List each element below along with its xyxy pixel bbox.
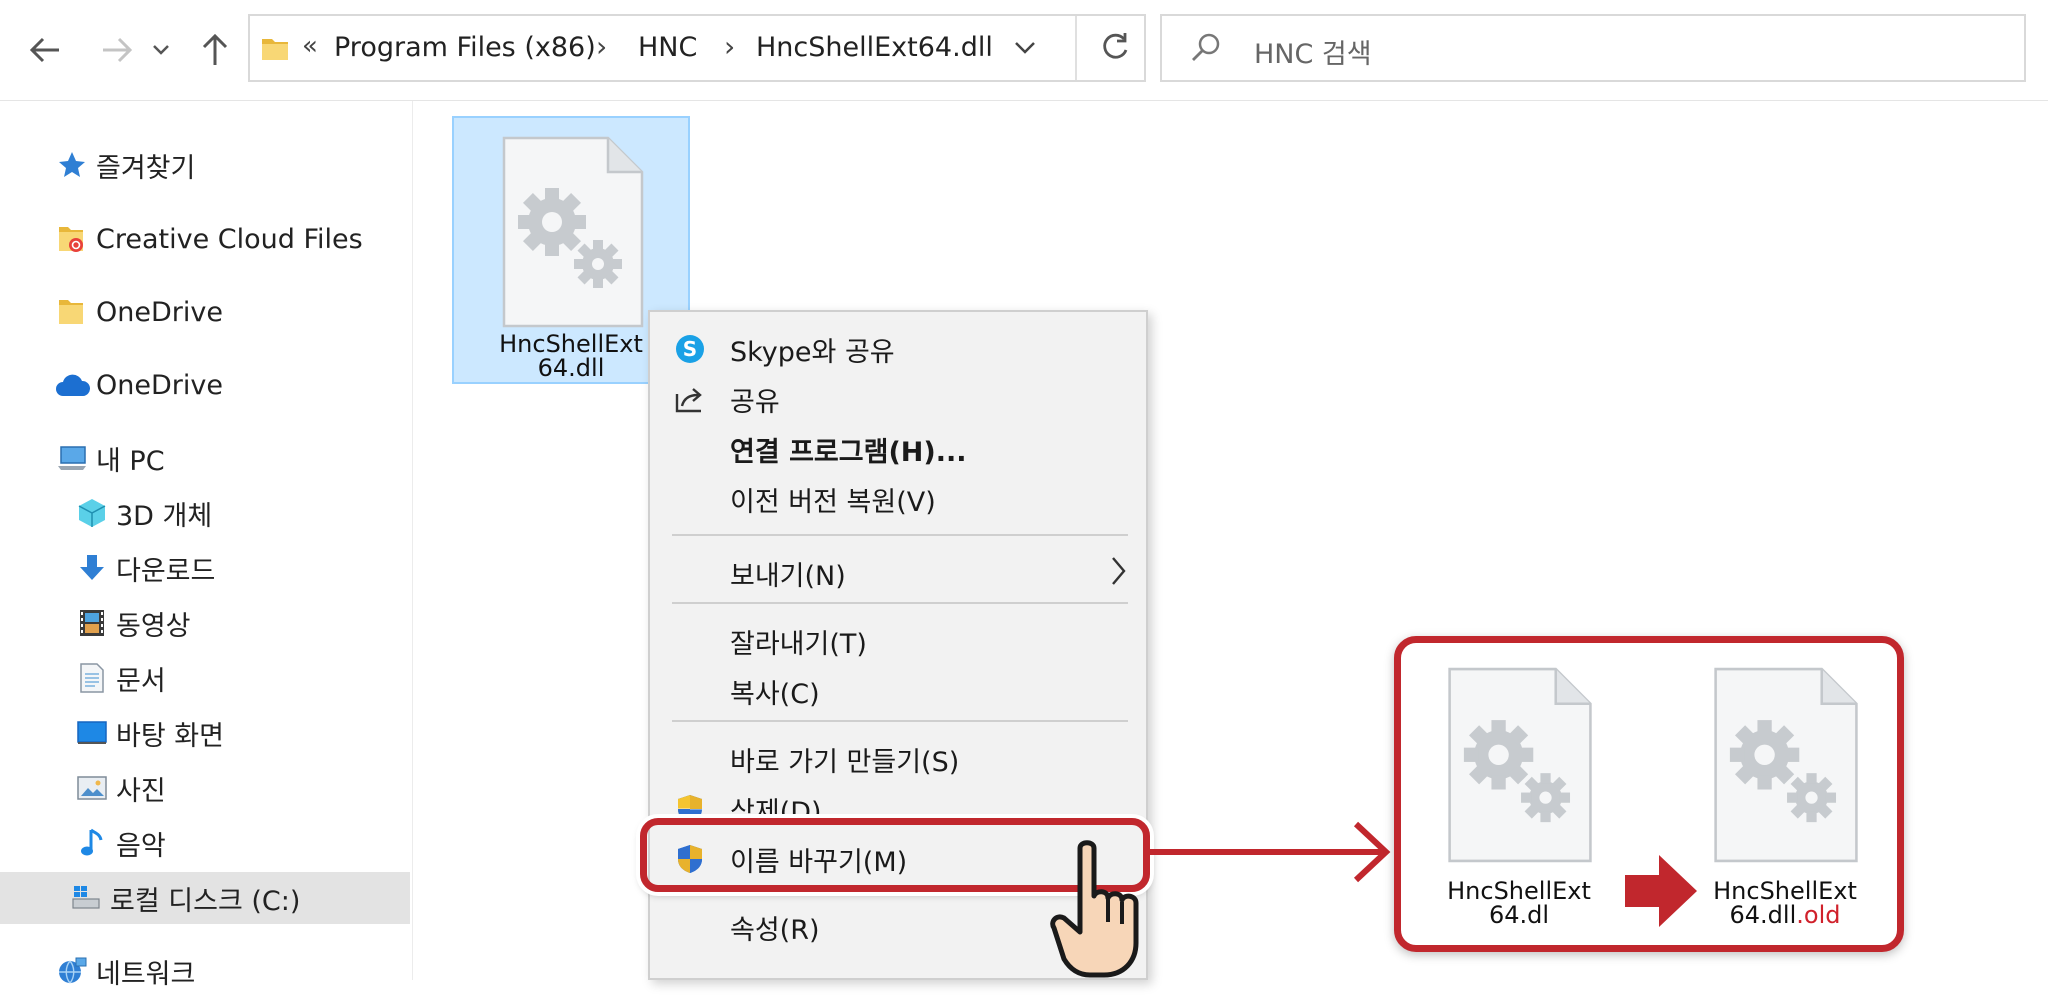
forward-button[interactable] (94, 24, 140, 76)
chevron-right-icon (1112, 557, 1126, 585)
chevron-down-icon (153, 45, 169, 55)
dll-file-icon (502, 136, 644, 328)
sidebar-item-documents[interactable]: 문서 (0, 652, 412, 704)
desktop-icon (74, 715, 110, 751)
folder-icon (54, 294, 90, 330)
music-icon (74, 825, 110, 861)
navigation-pane: 즐겨찾기 Creative Cloud Files OneDrive OneDr… (0, 101, 413, 990)
dll-file-icon (1714, 667, 1858, 863)
breadcrumb-hnc[interactable]: HNC (638, 32, 697, 63)
arrow-up-icon (202, 33, 228, 65)
back-button[interactable] (22, 24, 68, 76)
breadcrumb-program-files[interactable]: Program Files (x86) (334, 32, 596, 63)
star-icon (54, 147, 90, 183)
menu-item-restore-previous[interactable]: 이전 버전 복원(V) (650, 474, 1146, 524)
sidebar-item-onedrive[interactable]: OneDrive (0, 359, 412, 411)
navigation-bar: « Program Files (x86) › HNC › HncShellEx… (0, 0, 2048, 101)
sidebar-item-this-pc[interactable]: 내 PC (0, 432, 412, 484)
svg-text:S: S (683, 337, 697, 361)
arrow-right-icon (103, 37, 133, 63)
download-icon (74, 550, 110, 586)
folder-icon (262, 39, 288, 60)
drive-icon (68, 880, 104, 916)
menu-item-skype-share[interactable]: S Skype와 공유 (650, 324, 1146, 374)
rename-result-panel: HncShellExt 64.dl HncShellExt 64.dll.old (1394, 636, 1904, 952)
sidebar-item-network[interactable]: 네트워크 (0, 945, 412, 997)
menu-separator (672, 534, 1128, 536)
cube-icon (74, 495, 110, 531)
share-icon (672, 381, 708, 417)
picture-icon (74, 770, 110, 806)
menu-item-create-shortcut[interactable]: 바로 가기 만들기(S) (650, 734, 1146, 784)
menu-item-send-to[interactable]: 보내기(N) (650, 548, 1146, 598)
file-name-before: HncShellExt 64.dl (1447, 877, 1591, 929)
address-bar[interactable]: « Program Files (x86) › HNC › HncShellEx… (248, 14, 1146, 82)
sidebar-item-desktop[interactable]: 바탕 화면 (0, 707, 412, 759)
menu-item-cut[interactable]: 잘라내기(T) (650, 616, 1146, 666)
breadcrumb-current-folder[interactable]: HncShellExt64.dll (756, 32, 993, 63)
menu-item-open-with[interactable]: 연결 프로그램(H)... (650, 424, 1146, 474)
sidebar-item-3d-objects[interactable]: 3D 개체 (0, 487, 412, 539)
dll-file-icon (1448, 667, 1592, 863)
breadcrumb-separator[interactable]: › (724, 30, 735, 63)
breadcrumb-separator[interactable]: › (596, 30, 607, 63)
search-box[interactable]: HNC 검색 (1160, 14, 2026, 82)
sidebar-item-pictures[interactable]: 사진 (0, 762, 412, 814)
menu-item-share[interactable]: 공유 (650, 374, 1146, 424)
search-icon (1192, 33, 1220, 61)
pointing-hand-icon (1050, 840, 1139, 978)
menu-item-copy[interactable]: 복사(C) (650, 666, 1146, 716)
arrow-right-icon (1150, 821, 1391, 883)
refresh-icon[interactable] (1098, 30, 1132, 64)
menu-separator (672, 602, 1128, 604)
up-button[interactable] (192, 24, 238, 76)
document-icon (74, 660, 110, 696)
old-suffix: .old (1796, 901, 1841, 929)
breadcrumb-overflow[interactable]: « (302, 31, 318, 61)
sidebar-item-favorites[interactable]: 즐겨찾기 (0, 139, 412, 191)
recent-locations-button[interactable] (146, 24, 176, 76)
menu-separator (672, 720, 1128, 722)
search-input[interactable]: HNC 검색 (1254, 32, 1372, 71)
sidebar-item-music[interactable]: 음악 (0, 817, 412, 869)
skype-icon: S (672, 331, 708, 367)
video-icon (74, 605, 110, 641)
pc-icon (54, 440, 90, 476)
sidebar-item-downloads[interactable]: 다운로드 (0, 542, 412, 594)
chevron-down-icon[interactable] (1012, 34, 1038, 60)
cloud-icon (54, 367, 90, 403)
arrow-left-icon (29, 37, 59, 63)
address-divider (1075, 16, 1077, 80)
file-name-after: HncShellExt 64.dll.old (1713, 877, 1857, 929)
network-icon (54, 953, 90, 989)
creative-cloud-folder-icon (54, 221, 90, 257)
sidebar-item-videos[interactable]: 동영상 (0, 597, 412, 649)
sidebar-item-creative-cloud[interactable]: Creative Cloud Files (0, 213, 412, 265)
sidebar-item-onedrive-folder[interactable]: OneDrive (0, 286, 412, 338)
sidebar-item-local-disk[interactable]: 로컬 디스크 (C:) (0, 872, 410, 924)
